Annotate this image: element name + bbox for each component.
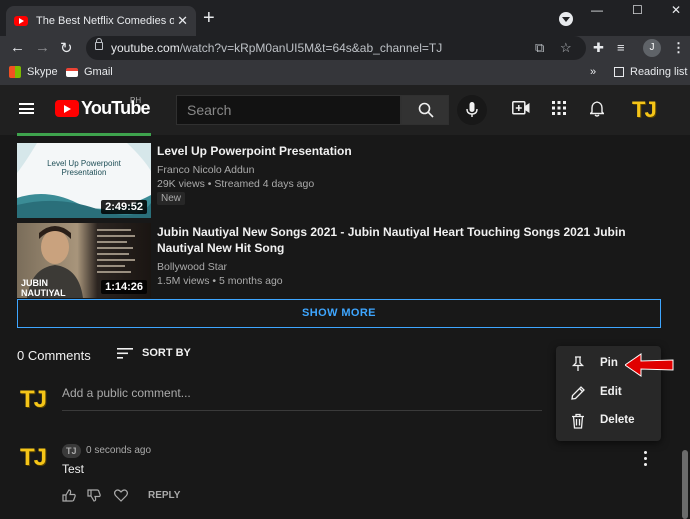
video-title[interactable]: Jubin Nautiyal New Songs 2021 - Jubin Na… <box>157 224 647 256</box>
progress-bar-partial <box>17 133 151 136</box>
video-channel[interactable]: Franco Nicolo Addun <box>157 164 254 176</box>
youtube-favicon-icon <box>14 16 28 26</box>
gmail-icon <box>66 67 78 77</box>
comment-more-options-icon[interactable] <box>641 451 649 466</box>
show-more-button[interactable]: SHOW MORE <box>17 299 661 328</box>
page-scrollbar[interactable] <box>682 450 688 519</box>
bookmark-label: Gmail <box>84 66 113 78</box>
bookmark-label: Skype <box>27 66 58 78</box>
comments-count: 0 Comments <box>17 348 91 363</box>
sort-icon <box>117 347 133 359</box>
video-duration: 1:14:26 <box>101 280 147 294</box>
video-duration: 2:49:52 <box>101 200 147 214</box>
extensions-puzzle-icon[interactable]: ✚ <box>593 40 604 56</box>
bookmarks-bar: Skype Gmail » Reading list <box>0 61 690 85</box>
comment-text: Test <box>62 462 85 476</box>
menu-item-edit[interactable]: Edit <box>556 379 661 407</box>
back-arrow-icon[interactable]: ← <box>10 39 25 56</box>
notifications-bell-icon[interactable] <box>590 101 604 117</box>
trash-icon <box>572 413 584 429</box>
search-button[interactable] <box>401 95 449 125</box>
region-code: PH <box>130 96 142 105</box>
menu-item-label: Pin <box>600 357 618 369</box>
minimize-button[interactable]: — <box>591 3 603 17</box>
skype-grid-icon <box>9 66 21 78</box>
youtube-header: YouTube PH Search TJ <box>0 85 690 135</box>
lock-icon[interactable] <box>95 38 103 50</box>
like-thumb-up-icon[interactable] <box>62 489 76 502</box>
user-avatar: TJ <box>18 385 48 415</box>
reading-list-icon <box>614 67 624 77</box>
reading-list-label: Reading list <box>630 66 688 78</box>
dislike-thumb-down-icon[interactable] <box>87 489 101 502</box>
reply-button[interactable]: REPLY <box>148 490 180 501</box>
tab-title: The Best Netflix Comedies of June <box>36 15 174 27</box>
thumbnail-title: JUBIN NAUTIYAL <box>21 278 66 298</box>
sort-by-button[interactable]: SORT BY <box>117 347 191 359</box>
menu-item-label: Delete <box>600 414 635 426</box>
menu-item-label: Edit <box>600 386 622 398</box>
forward-arrow-icon[interactable]: → <box>35 39 50 56</box>
install-app-icon[interactable]: ⧉ <box>535 40 544 56</box>
close-window-button[interactable]: ✕ <box>671 3 681 17</box>
bookmark-gmail[interactable]: Gmail <box>66 66 113 78</box>
apps-grid-icon[interactable] <box>552 101 566 115</box>
browser-tab-bar: The Best Netflix Comedies of June ✕ + — … <box>0 0 690 36</box>
media-queue-icon[interactable]: ≡ <box>617 40 625 55</box>
create-video-icon[interactable] <box>512 101 530 115</box>
reload-icon[interactable]: ↻ <box>60 39 73 57</box>
thumbnail-title: Level Up Powerpoint Presentation <box>47 159 121 177</box>
video-thumbnail[interactable]: JUBIN NAUTIYAL 1:14:26 <box>17 223 151 298</box>
address-bar[interactable]: youtube.com/watch?v=kRpM0anUI5M&t=64s&ab… <box>86 36 586 60</box>
reading-list-button[interactable]: Reading list <box>614 66 687 78</box>
heart-icon[interactable] <box>114 489 128 502</box>
bookmarks-overflow-icon[interactable]: » <box>590 66 596 78</box>
voice-search-button[interactable] <box>457 95 487 125</box>
browser-toolbar: ← → ↻ youtube.com/watch?v=kRpM0anUI5M&t=… <box>0 36 690 61</box>
new-tab-button[interactable]: + <box>203 8 215 28</box>
account-avatar[interactable]: TJ <box>632 97 657 123</box>
add-comment-input[interactable]: Add a public comment... <box>62 386 542 400</box>
comment-author-avatar[interactable]: TJ <box>18 443 48 473</box>
video-channel[interactable]: Bollywood Star <box>157 261 227 273</box>
sort-by-label: SORT BY <box>142 347 191 359</box>
pencil-icon <box>571 386 585 400</box>
browser-tab[interactable]: The Best Netflix Comedies of June ✕ <box>6 6 196 36</box>
search-icon <box>418 102 434 118</box>
menu-item-delete[interactable]: Delete <box>556 407 661 435</box>
video-thumbnail[interactable]: Level Up Powerpoint Presentation 2:49:52 <box>17 143 151 218</box>
microphone-icon <box>466 102 478 117</box>
bookmark-skype[interactable]: Skype <box>9 66 58 78</box>
pin-icon <box>571 356 585 371</box>
maximize-button[interactable]: ☐ <box>632 3 643 17</box>
browser-menu-icon[interactable]: ⋮ <box>672 40 685 56</box>
hamburger-menu-icon[interactable] <box>19 103 34 114</box>
video-meta: 29K views • Streamed 4 days ago <box>157 178 315 190</box>
comment-timestamp[interactable]: 0 seconds ago <box>86 445 151 456</box>
video-title[interactable]: Level Up Powerpoint Presentation <box>157 143 647 159</box>
youtube-logo-icon[interactable] <box>55 100 79 117</box>
tab-search-icon[interactable] <box>559 12 573 26</box>
comment-input-underline <box>62 410 542 411</box>
bookmark-star-icon[interactable]: ☆ <box>560 40 572 56</box>
search-placeholder: Search <box>187 102 232 118</box>
search-input[interactable]: Search <box>176 95 401 125</box>
new-badge: New <box>157 192 186 205</box>
video-meta: 1.5M views • 5 months ago <box>157 275 283 287</box>
comment-author-badge[interactable]: TJ <box>62 444 81 458</box>
tab-close-icon[interactable]: ✕ <box>177 13 188 29</box>
annotation-arrow-icon <box>625 353 674 377</box>
profile-avatar[interactable]: J <box>643 39 661 57</box>
url-text: youtube.com/watch?v=kRpM0anUI5M&t=64s&ab… <box>111 41 443 55</box>
